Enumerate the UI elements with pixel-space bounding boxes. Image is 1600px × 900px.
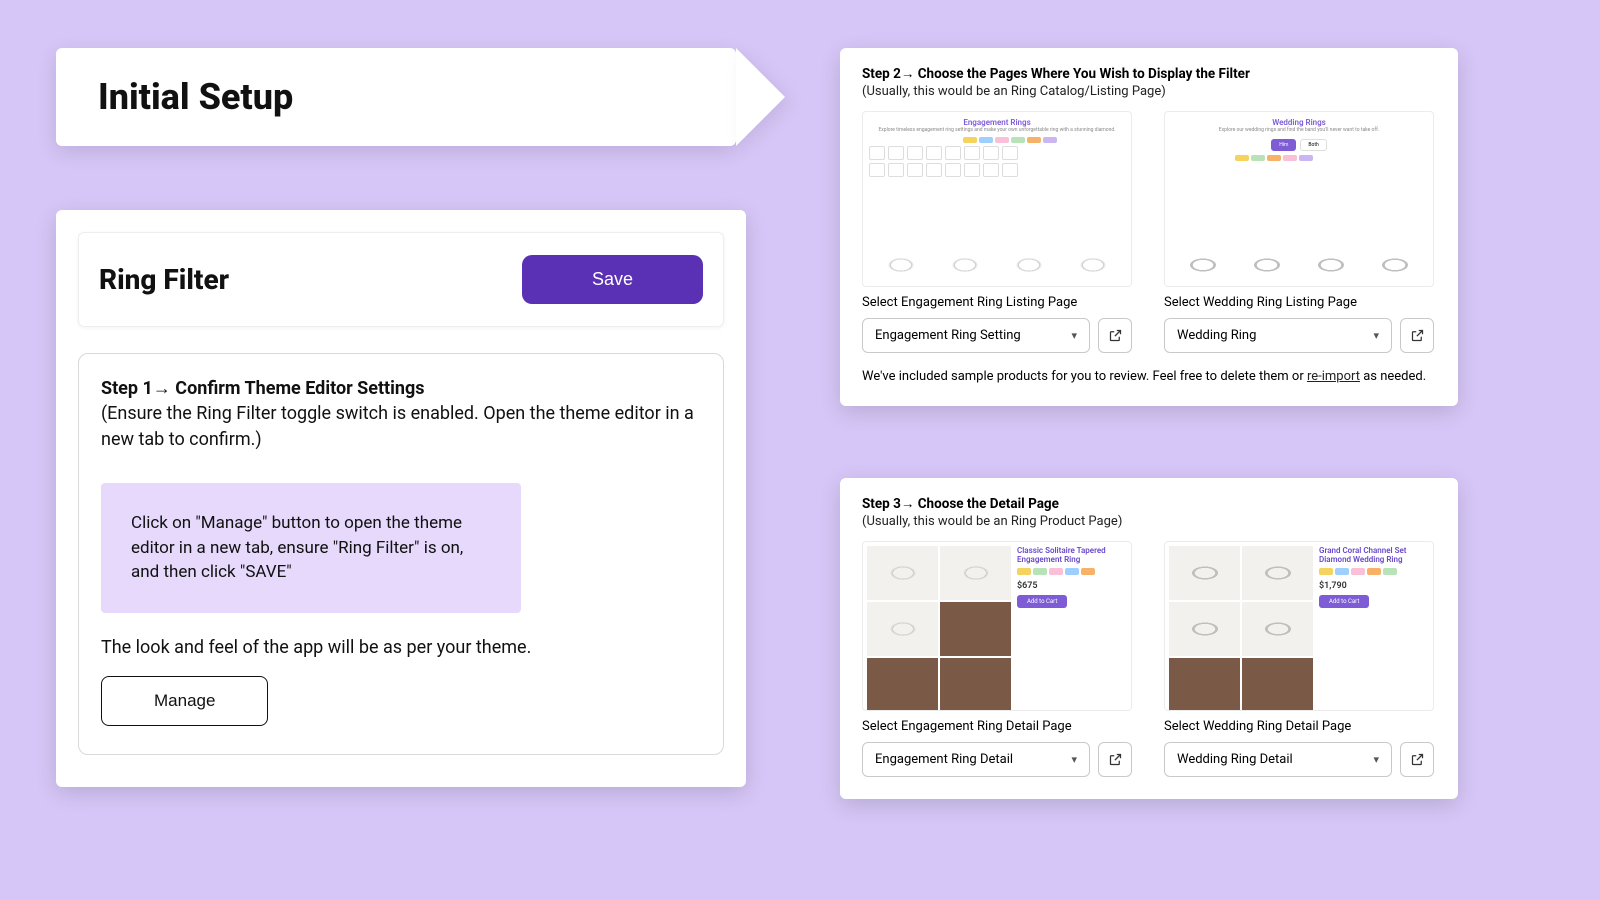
ring-filter-card: Ring Filter Save Step 1→ Confirm Theme E… [56,210,746,787]
ring-filter-title: Ring Filter [99,263,229,296]
external-link-icon [1108,752,1123,767]
wedding-detail-preview: Grand Coral Channel Set Diamond Wedding … [1164,541,1434,711]
setup-banner: Initial Setup [56,48,736,146]
wedding-detail-block: Grand Coral Channel Set Diamond Wedding … [1164,541,1434,777]
step3-title: Step 3→ Choose the Detail Page [862,496,1436,512]
wedding-listing-label: Select Wedding Ring Listing Page [1164,295,1434,310]
look-feel-note: The look and feel of the app will be as … [101,637,701,658]
step1-title: Step 1→ Confirm Theme Editor Settings [101,378,701,399]
engagement-detail-select[interactable]: Engagement Ring Detail ▾ [862,742,1090,777]
manage-button[interactable]: Manage [101,676,268,726]
wedding-listing-block: Wedding Rings Explore our wedding rings … [1164,111,1434,353]
external-link-icon [1410,328,1425,343]
wedding-detail-select[interactable]: Wedding Ring Detail ▾ [1164,742,1392,777]
engagement-listing-preview: Engagement Rings Explore timeless engage… [862,111,1132,287]
engagement-detail-open-button[interactable] [1098,742,1132,777]
engagement-listing-block: Engagement Rings Explore timeless engage… [862,111,1132,353]
step2-card: Step 2→ Choose the Pages Where You Wish … [840,48,1458,406]
re-import-link[interactable]: re-import [1307,369,1360,384]
wedding-detail-open-button[interactable] [1400,742,1434,777]
wedding-listing-select[interactable]: Wedding Ring ▾ [1164,318,1392,353]
wedding-detail-label: Select Wedding Ring Detail Page [1164,719,1434,734]
save-button[interactable]: Save [522,255,703,304]
ring-filter-header: Ring Filter Save [78,232,724,327]
external-link-icon [1108,328,1123,343]
engagement-listing-label: Select Engagement Ring Listing Page [862,295,1132,310]
step3-subtitle: (Usually, this would be an Ring Product … [862,514,1436,529]
engagement-listing-select[interactable]: Engagement Ring Setting ▾ [862,318,1090,353]
chevron-down-icon: ▾ [1373,329,1379,342]
step1-box: Step 1→ Confirm Theme Editor Settings (E… [78,353,724,755]
engagement-detail-label: Select Engagement Ring Detail Page [862,719,1132,734]
wedding-listing-preview: Wedding Rings Explore our wedding rings … [1164,111,1434,287]
engagement-listing-open-button[interactable] [1098,318,1132,353]
engagement-detail-preview: Classic Solitaire Tapered Engagement Rin… [862,541,1132,711]
step1-subtitle: (Ensure the Ring Filter toggle switch is… [101,401,701,453]
engagement-detail-block: Classic Solitaire Tapered Engagement Rin… [862,541,1132,777]
banner-title: Initial Setup [98,76,293,118]
chevron-down-icon: ▾ [1071,753,1077,766]
step1-callout: Click on "Manage" button to open the the… [101,483,521,613]
chevron-down-icon: ▾ [1071,329,1077,342]
external-link-icon [1410,752,1425,767]
chevron-down-icon: ▾ [1373,753,1379,766]
step2-title: Step 2→ Choose the Pages Where You Wish … [862,66,1436,82]
step3-card: Step 3→ Choose the Detail Page (Usually,… [840,478,1458,799]
step2-subtitle: (Usually, this would be an Ring Catalog/… [862,84,1436,99]
wedding-listing-open-button[interactable] [1400,318,1434,353]
sample-products-note: We've included sample products for you t… [862,369,1436,384]
